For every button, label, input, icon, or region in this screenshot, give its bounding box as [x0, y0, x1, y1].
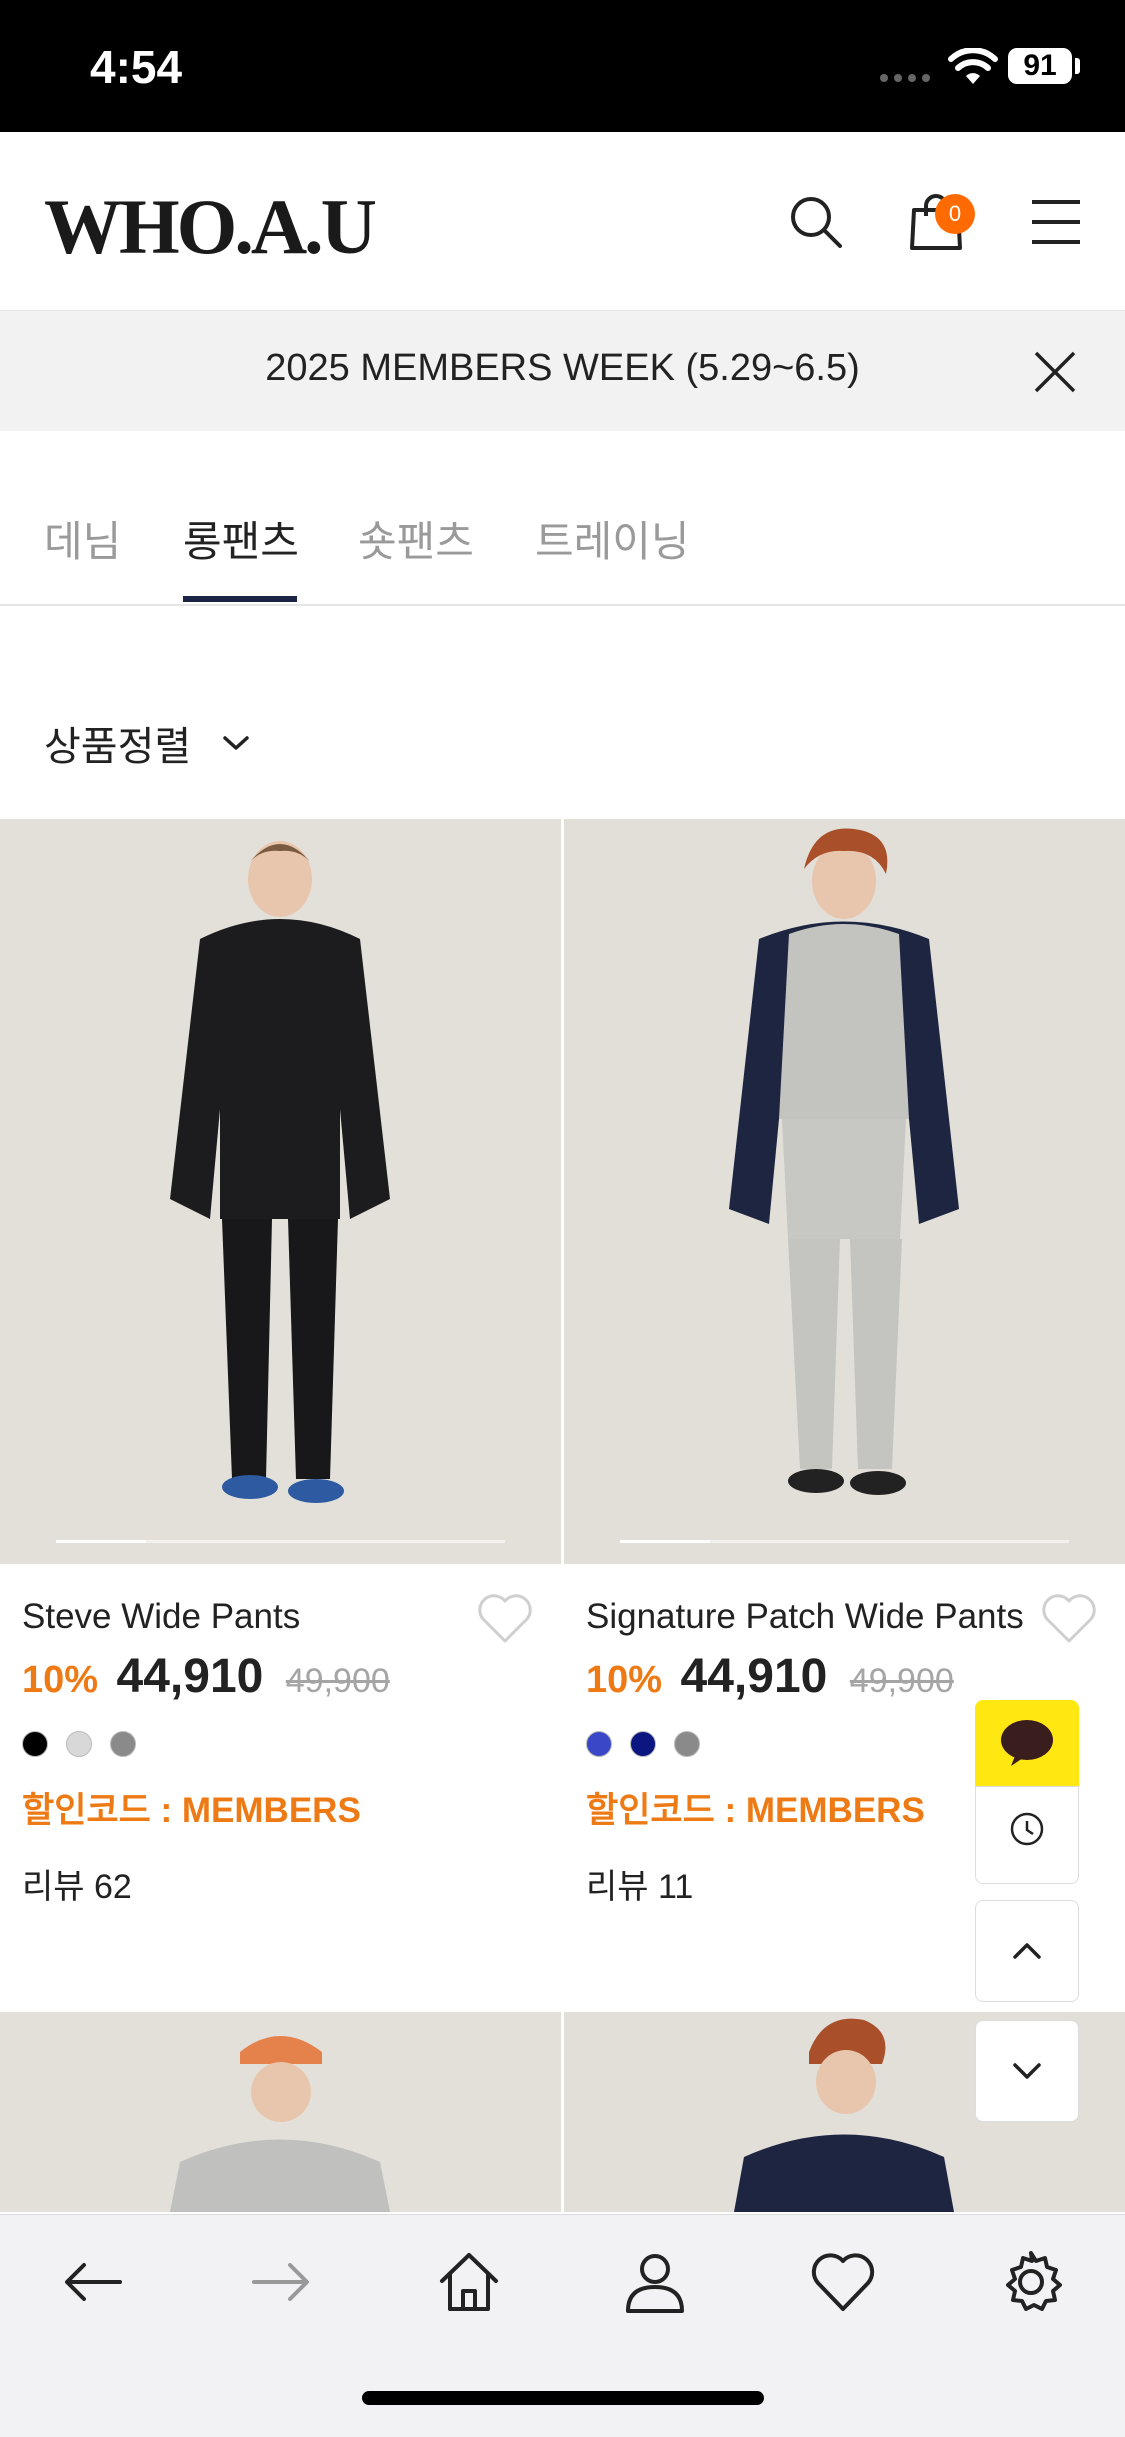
- price-row: 10% 44,910 49,900: [22, 1649, 390, 1704]
- sale-price: 44,910: [116, 1650, 264, 1703]
- sale-price: 44,910: [680, 1650, 828, 1703]
- color-swatch[interactable]: [586, 1731, 612, 1757]
- wifi-icon: [948, 48, 998, 84]
- search-icon[interactable]: [784, 190, 848, 254]
- chevron-down-icon: [223, 736, 249, 750]
- discount-code: 할인코드 : MEMBERS: [586, 1791, 925, 1830]
- back-arrow-icon[interactable]: [58, 2247, 128, 2317]
- chevron-down-icon: [1013, 2063, 1041, 2079]
- scroll-bottom-button[interactable]: [975, 2020, 1079, 2122]
- clock-icon: [1010, 1812, 1044, 1846]
- scroll-top-button[interactable]: [975, 1900, 1079, 2002]
- kakao-chat-icon: [1001, 1720, 1053, 1766]
- tab-denim[interactable]: 데님: [44, 508, 121, 569]
- forward-arrow-icon[interactable]: [246, 2247, 316, 2317]
- promo-banner-text: 2025 MEMBERS WEEK (5.29~6.5): [265, 347, 860, 389]
- discount-code: 할인코드 : MEMBERS: [22, 1791, 361, 1830]
- cellular-signal-icon: [880, 74, 930, 82]
- sort-label: 상품정렬: [44, 725, 192, 769]
- battery-indicator: 91: [1008, 48, 1072, 84]
- color-swatch[interactable]: [630, 1731, 656, 1757]
- product-name[interactable]: Signature Patch Wide Pants: [586, 1597, 1026, 1637]
- product-photo-illustration: [0, 819, 561, 1564]
- discount-rate: 10%: [22, 1659, 99, 1701]
- discount-rate: 10%: [586, 1659, 663, 1701]
- heart-icon[interactable]: [1039, 1591, 1099, 1647]
- color-swatch[interactable]: [110, 1731, 136, 1757]
- original-price: 49,900: [849, 1662, 954, 1700]
- product-image[interactable]: [0, 819, 561, 1564]
- category-tabs: 데님 롱팬츠 숏팬츠 트레이닝: [0, 432, 1125, 606]
- tab-short-pants[interactable]: 숏팬츠: [358, 508, 474, 569]
- recent-view-button[interactable]: [975, 1786, 1079, 1884]
- product-photo-illustration: [0, 2012, 561, 2212]
- hamburger-menu-icon[interactable]: [1024, 190, 1088, 254]
- settings-gear-icon[interactable]: [996, 2247, 1066, 2317]
- heart-icon[interactable]: [475, 1591, 535, 1647]
- chevron-up-icon: [1013, 1943, 1041, 1959]
- battery-nub: [1075, 58, 1080, 74]
- brand-logo[interactable]: WHO.A.U: [44, 182, 377, 272]
- home-indicator: [362, 2391, 764, 2405]
- cart-count-badge: 0: [935, 194, 975, 234]
- tab-training[interactable]: 트레이닝: [535, 508, 690, 569]
- profile-icon[interactable]: [620, 2247, 690, 2317]
- image-pager: [620, 1540, 1069, 1543]
- status-bar: 4:54 91: [0, 0, 1125, 132]
- product-image[interactable]: [0, 2012, 561, 2212]
- color-swatch[interactable]: [674, 1731, 700, 1757]
- review-count: 리뷰 11: [586, 1868, 694, 1906]
- price-row: 10% 44,910 49,900: [586, 1649, 954, 1704]
- status-time: 4:54: [90, 41, 183, 93]
- tab-long-pants[interactable]: 롱팬츠: [183, 508, 299, 569]
- review-count: 리뷰 62: [22, 1868, 132, 1906]
- original-price: 49,900: [285, 1662, 390, 1700]
- home-icon[interactable]: [434, 2247, 504, 2317]
- product-name[interactable]: Steve Wide Pants: [22, 1597, 482, 1637]
- close-icon[interactable]: [1030, 347, 1080, 397]
- sort-dropdown[interactable]: 상품정렬: [44, 714, 251, 772]
- image-pager: [56, 1540, 505, 1543]
- color-swatches: [586, 1731, 700, 1757]
- heart-icon[interactable]: [808, 2247, 878, 2317]
- product-photo-illustration: [564, 819, 1125, 1564]
- active-tab-underline: [183, 596, 297, 602]
- kakao-chat-button[interactable]: [975, 1700, 1079, 1786]
- color-swatch[interactable]: [66, 1731, 92, 1757]
- product-card[interactable]: Steve Wide Pants 10% 44,910 49,900 할인코드 …: [0, 819, 561, 1969]
- product-image[interactable]: [564, 819, 1125, 1564]
- color-swatch[interactable]: [22, 1731, 48, 1757]
- promo-banner[interactable]: 2025 MEMBERS WEEK (5.29~6.5): [0, 311, 1125, 431]
- color-swatches: [22, 1731, 136, 1757]
- site-header: WHO.A.U 0: [0, 132, 1125, 311]
